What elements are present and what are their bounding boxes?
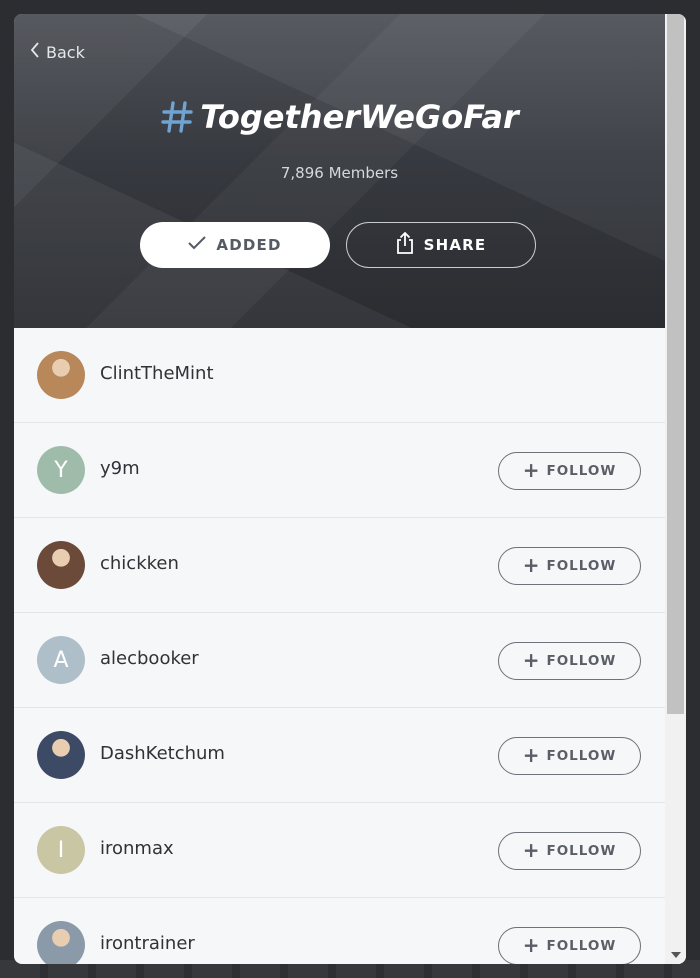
follow-label: FOLLOW bbox=[546, 558, 617, 574]
avatar-initial: A bbox=[53, 647, 69, 673]
share-label: SHARE bbox=[423, 236, 487, 254]
scrollbar-thumb[interactable] bbox=[667, 14, 684, 714]
avatar[interactable]: Y bbox=[37, 446, 85, 494]
plus-icon: + bbox=[522, 838, 541, 862]
back-button[interactable]: Back bbox=[30, 42, 85, 62]
member-list: ClintTheMint Yy9m + FOLLOW chickken + FOLLOW Aa… bbox=[14, 328, 665, 964]
hashtag-modal: Back TogetherWeGoFar 7,896 Members ADDED… bbox=[14, 14, 686, 964]
follow-label: FOLLOW bbox=[546, 463, 617, 479]
username[interactable]: ironmax bbox=[100, 838, 174, 859]
follow-button[interactable]: + FOLLOW bbox=[498, 737, 641, 775]
scroll-down-arrow[interactable] bbox=[671, 952, 681, 958]
member-row[interactable]: irontrainer + FOLLOW bbox=[14, 898, 665, 964]
check-icon bbox=[188, 236, 207, 254]
avatar-initial: Y bbox=[54, 457, 68, 483]
username[interactable]: y9m bbox=[100, 458, 140, 479]
follow-button[interactable]: + FOLLOW bbox=[498, 452, 641, 490]
added-button[interactable]: ADDED bbox=[140, 222, 330, 268]
avatar[interactable] bbox=[37, 731, 85, 779]
follow-button[interactable]: + FOLLOW bbox=[498, 642, 641, 680]
plus-icon: + bbox=[522, 648, 541, 672]
hashtag-icon bbox=[160, 100, 194, 134]
plus-icon: + bbox=[522, 743, 541, 767]
avatar[interactable]: I bbox=[37, 826, 85, 874]
member-row[interactable]: Iironmax + FOLLOW bbox=[14, 803, 665, 898]
scrollbar[interactable] bbox=[665, 14, 686, 964]
username[interactable]: ClintTheMint bbox=[100, 363, 214, 384]
hashtag-header: Back TogetherWeGoFar 7,896 Members ADDED… bbox=[14, 14, 665, 328]
share-icon bbox=[396, 231, 414, 258]
member-row[interactable]: DashKetchum + FOLLOW bbox=[14, 708, 665, 803]
follow-label: FOLLOW bbox=[546, 938, 617, 954]
follow-label: FOLLOW bbox=[546, 843, 617, 859]
follow-label: FOLLOW bbox=[546, 748, 617, 764]
member-row[interactable]: Yy9m + FOLLOW bbox=[14, 423, 665, 518]
member-row[interactable]: Aalecbooker + FOLLOW bbox=[14, 613, 665, 708]
plus-icon: + bbox=[522, 458, 541, 482]
username[interactable]: alecbooker bbox=[100, 648, 199, 669]
member-row[interactable]: ClintTheMint bbox=[14, 328, 665, 423]
hashtag-title: TogetherWeGoFar bbox=[14, 98, 665, 136]
plus-icon: + bbox=[522, 933, 541, 957]
follow-button[interactable]: + FOLLOW bbox=[498, 927, 641, 964]
avatar[interactable] bbox=[37, 921, 85, 964]
back-label: Back bbox=[46, 42, 85, 62]
follow-button[interactable]: + FOLLOW bbox=[498, 547, 641, 585]
added-label: ADDED bbox=[216, 236, 282, 254]
hashtag-name: TogetherWeGoFar bbox=[200, 98, 519, 136]
username[interactable]: DashKetchum bbox=[100, 743, 225, 764]
chevron-left-icon bbox=[30, 42, 40, 62]
share-button[interactable]: SHARE bbox=[346, 222, 536, 268]
member-count: 7,896 Members bbox=[280, 164, 399, 182]
plus-icon: + bbox=[522, 553, 541, 577]
member-row[interactable]: chickken + FOLLOW bbox=[14, 518, 665, 613]
username[interactable]: chickken bbox=[100, 553, 179, 574]
avatar-initial: I bbox=[57, 837, 65, 863]
modal-content: Back TogetherWeGoFar 7,896 Members ADDED… bbox=[14, 14, 665, 964]
avatar[interactable] bbox=[37, 351, 85, 399]
avatar[interactable] bbox=[37, 541, 85, 589]
username[interactable]: irontrainer bbox=[100, 933, 195, 954]
avatar[interactable]: A bbox=[37, 636, 85, 684]
follow-button[interactable]: + FOLLOW bbox=[498, 832, 641, 870]
follow-label: FOLLOW bbox=[546, 653, 617, 669]
